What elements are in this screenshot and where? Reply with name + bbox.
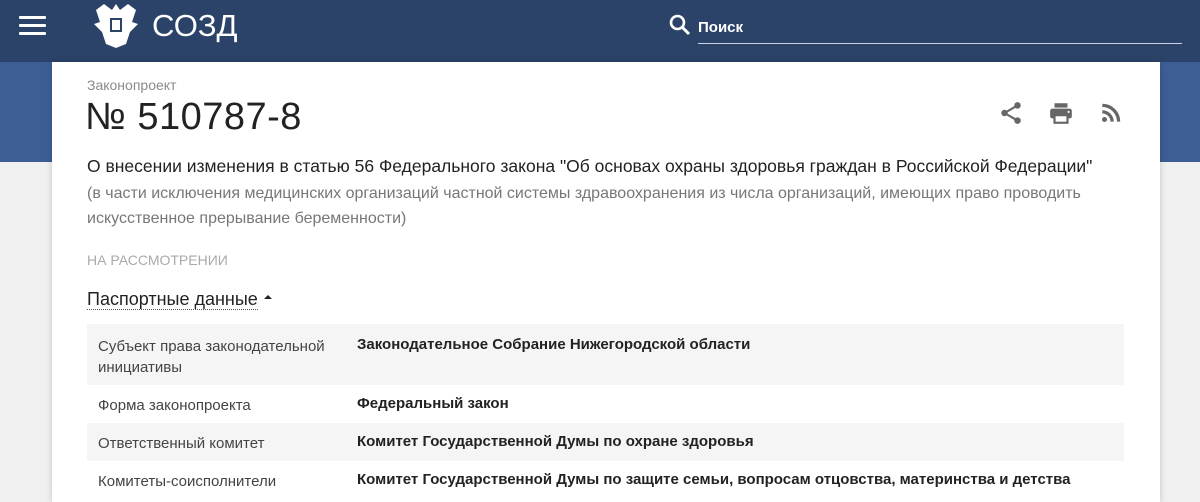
bill-kind: Законопроект <box>87 77 177 93</box>
row-value: Федеральный закон <box>357 395 509 412</box>
status-badge: НА РАССМОТРЕНИИ <box>87 252 228 268</box>
brand-name[interactable]: СОЗД <box>152 8 238 44</box>
table-row: Субъект права законодательной инициативы… <box>87 324 1124 385</box>
menu-icon[interactable] <box>19 16 46 36</box>
passport-toggle[interactable]: Паспортные данные <box>87 289 272 310</box>
search-input[interactable] <box>698 12 1182 44</box>
table-row: Форма законопроекта Федеральный закон <box>87 385 1124 423</box>
row-value: Законодательное Собрание Нижегородской о… <box>357 336 751 353</box>
passport-table: Субъект права законодательной инициативы… <box>87 324 1124 499</box>
table-row: Комитеты-соисполнители Комитет Государств… <box>87 461 1124 499</box>
row-value: Комитет Государственной Думы по защите с… <box>357 471 1071 488</box>
caret-up-icon <box>263 295 272 300</box>
row-value: Комитет Государственной Думы по охране з… <box>357 433 754 450</box>
passport-label: Паспортные данные <box>87 289 258 310</box>
coat-of-arms-logo[interactable] <box>92 0 140 50</box>
print-icon[interactable] <box>1048 100 1074 126</box>
table-row: Ответственный комитет Комитет Государстве… <box>87 423 1124 461</box>
row-key: Комитеты-соисполнители <box>98 473 277 490</box>
bill-title: О внесении изменения в статью 56 Федерал… <box>87 156 1093 176</box>
row-key: Форма законопроекта <box>98 397 251 414</box>
rss-icon[interactable] <box>1098 100 1124 126</box>
bill-card: Законопроект № 510787-8 О внесении измен… <box>52 62 1160 502</box>
row-key: Ответственный комитет <box>98 435 265 452</box>
bill-subtitle: (в части исключения медицинских организа… <box>87 185 1081 227</box>
top-bar: СОЗД <box>0 0 1200 62</box>
share-icon[interactable] <box>998 100 1024 126</box>
row-key: Субъект права законодательной инициативы <box>98 338 325 376</box>
search-icon[interactable] <box>668 13 692 37</box>
bill-number: № 510787-8 <box>85 96 302 138</box>
